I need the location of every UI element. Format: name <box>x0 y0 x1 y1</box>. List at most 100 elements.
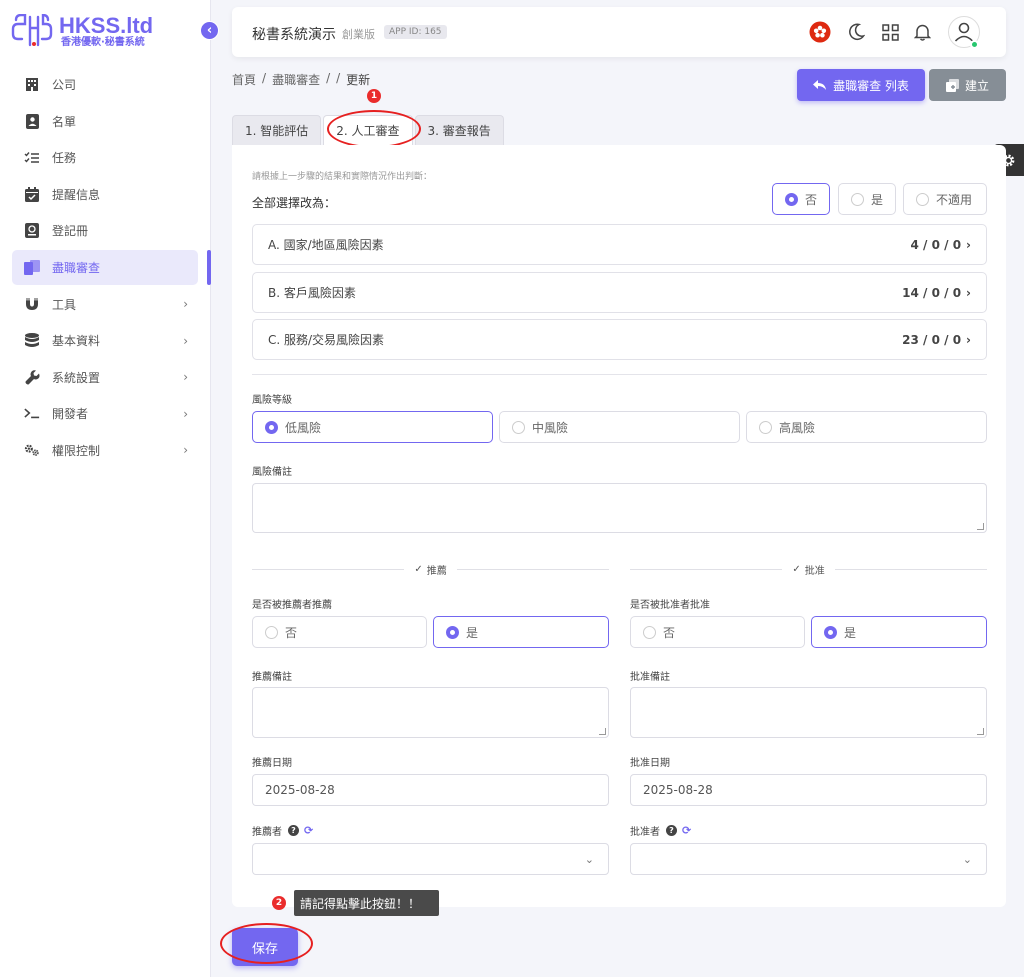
select-all-na-option[interactable]: 不適用 <box>903 183 987 215</box>
divider-text: 批准 <box>804 565 825 577</box>
radio-selected <box>824 625 837 639</box>
notification-bell-icon[interactable] <box>910 20 934 44</box>
check-icon: ✓ <box>792 563 801 575</box>
sidebar-item-tools[interactable]: 工具 › <box>12 287 198 322</box>
radio-selected <box>785 192 798 206</box>
brand-logo[interactable]: HKSS.ltd 香港優軟·秘書系統 <box>10 14 153 48</box>
option-label: 否 <box>285 625 298 640</box>
tab-review-report[interactable]: 3. 審查報告 <box>414 115 504 145</box>
apps-grid-icon[interactable] <box>878 20 902 44</box>
breadcrumb-section[interactable]: 盡職審查 <box>272 71 320 88</box>
refresh-icon[interactable]: ⟳ <box>304 824 313 837</box>
section-service-risk[interactable]: C. 服務/交易風險因素 23 / 0 / 0 › <box>252 319 987 360</box>
approve-date-input[interactable]: 2025-08-28 <box>630 774 987 806</box>
radio-unselected <box>851 192 864 206</box>
dark-mode-moon-icon[interactable] <box>844 20 868 44</box>
section-count: 14 / 0 / 0 <box>902 285 962 300</box>
select-all-yes-option[interactable]: 是 <box>838 183 896 215</box>
breadcrumb-home[interactable]: 首頁 <box>232 71 256 88</box>
section-title: B. 客戶風險因素 <box>268 286 356 300</box>
help-question-icon[interactable]: ? <box>666 825 677 836</box>
recommend-note-label: 推薦備註 <box>252 672 292 683</box>
date-value: 2025-08-28 <box>265 783 335 797</box>
tab-smart-assessment[interactable]: 1. 智能評估 <box>232 115 322 145</box>
risk-level-label: 風險等級 <box>252 395 292 406</box>
divider-line <box>252 568 405 570</box>
divider-line <box>456 568 610 570</box>
reminder-tooltip: 請記得點擊此按鈕！！ <box>294 890 439 916</box>
magnet-icon <box>24 296 40 312</box>
option-label: 中風險 <box>532 420 569 435</box>
radio-unselected <box>759 420 772 434</box>
sidebar-item-label: 開發者 <box>52 407 89 422</box>
select-all-label: 全部選擇改為： <box>252 196 337 210</box>
recommend-date-input[interactable]: 2025-08-28 <box>252 774 609 806</box>
section-customer-risk[interactable]: B. 客戶風險因素 14 / 0 / 0 › <box>252 272 987 313</box>
contact-card-icon <box>24 113 40 129</box>
recommend-yes-option[interactable]: 是 <box>433 616 609 648</box>
sidebar-item-reminders[interactable]: 提醒信息 <box>12 177 198 212</box>
sidebar-item-contacts[interactable]: 名單 <box>12 104 198 139</box>
section-title: C. 服務/交易風險因素 <box>268 333 385 347</box>
collapse-sidebar-button[interactable]: ‹ <box>200 21 219 40</box>
resize-handle[interactable] <box>599 728 606 735</box>
divider-label: ✓ 批准 <box>782 562 834 577</box>
risk-level-low-option[interactable]: 低風險 <box>252 411 493 443</box>
sidebar-item-tasks[interactable]: 任務 <box>12 140 198 175</box>
building-icon <box>24 77 40 93</box>
sidebar-item-company[interactable]: 公司 <box>12 67 198 102</box>
risk-note-textarea[interactable] <box>252 483 987 533</box>
step-badge-1: 1 <box>367 89 381 103</box>
recommend-no-option[interactable]: 否 <box>252 616 427 648</box>
breadcrumb-separator: / <box>262 71 267 85</box>
due-diligence-list-button[interactable]: 盡職審查 列表 <box>797 69 925 101</box>
select-all-no-option[interactable]: 否 <box>772 183 830 215</box>
approve-yes-option[interactable]: 是 <box>811 616 987 648</box>
sidebar-item-register[interactable]: 登記冊 <box>12 213 198 248</box>
approve-note-label: 批准備註 <box>630 672 670 683</box>
chevron-right-icon: › <box>966 237 971 252</box>
register-book-icon <box>24 223 40 239</box>
refresh-icon[interactable]: ⟳ <box>682 824 691 837</box>
risk-level-high-option[interactable]: 高風險 <box>746 411 987 443</box>
approver-select[interactable]: ⌄ <box>630 843 987 875</box>
recommend-note-textarea[interactable] <box>252 687 609 738</box>
option-label: 高風險 <box>779 420 816 435</box>
section-country-risk[interactable]: A. 國家/地區風險因素 4 / 0 / 0 › <box>252 224 987 265</box>
sidebar-item-developer[interactable]: 開發者 › <box>12 396 198 431</box>
app-edition: 創業版 <box>342 28 375 41</box>
option-label: 是 <box>466 625 479 640</box>
sidebar-item-permissions[interactable]: 權限控制 › <box>12 433 198 468</box>
recommender-label-row: 推薦者 ? ⟳ <box>252 823 313 838</box>
documents-icon <box>24 259 40 275</box>
divider-line <box>630 568 783 570</box>
recommender-label: 推薦者 <box>252 827 282 838</box>
calendar-check-icon <box>24 186 40 202</box>
create-button[interactable]: 建立 <box>929 69 1006 101</box>
resize-handle[interactable] <box>977 728 984 735</box>
chevron-right-icon: › <box>183 333 188 348</box>
option-label: 不適用 <box>936 192 973 207</box>
approve-question-label: 是否被批准者批准 <box>630 600 710 611</box>
help-question-icon[interactable]: ? <box>288 825 299 836</box>
create-button-label: 建立 <box>964 78 989 93</box>
save-button[interactable]: 保存 <box>232 928 298 966</box>
checklist-icon <box>24 150 40 166</box>
sidebar-item-due-diligence[interactable]: 盡職審查 <box>12 249 198 285</box>
sidebar-item-basic-data[interactable]: 基本資料 › <box>12 323 198 358</box>
approve-note-textarea[interactable] <box>630 687 987 738</box>
instruction-hint: 請根據上一步驟的結果和實際情況作出判斷： <box>252 172 433 182</box>
step-tabs: 1. 智能評估 2. 人工審查 3. 審查報告 <box>232 115 506 145</box>
risk-level-medium-option[interactable]: 中風險 <box>499 411 740 443</box>
sidebar-item-label: 基本資料 <box>52 334 101 349</box>
divider-line <box>834 568 988 570</box>
wrench-icon <box>24 369 40 385</box>
language-flag-icon[interactable] <box>808 20 832 44</box>
tab-manual-review[interactable]: 2. 人工審查 <box>323 115 413 145</box>
resize-handle[interactable] <box>977 523 984 530</box>
approver-label-row: 批准者 ? ⟳ <box>630 823 691 838</box>
logo-icon <box>11 14 53 47</box>
approve-no-option[interactable]: 否 <box>630 616 805 648</box>
recommender-select[interactable]: ⌄ <box>252 843 609 875</box>
sidebar-item-system-settings[interactable]: 系統設置 › <box>12 360 198 395</box>
